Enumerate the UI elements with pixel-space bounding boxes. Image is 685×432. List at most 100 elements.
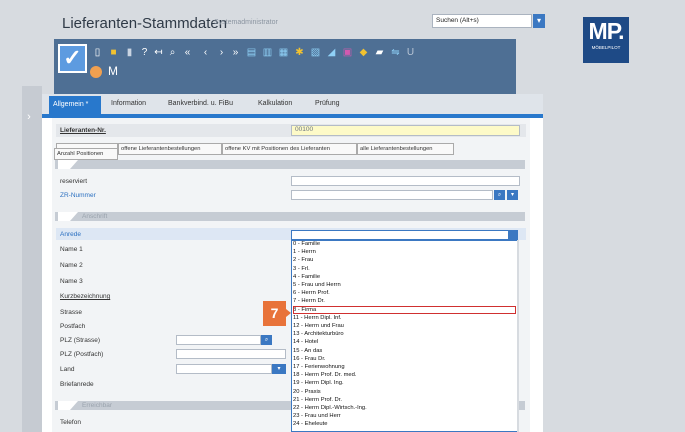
chart-icon[interactable]: ◢ <box>326 47 337 58</box>
supplier-number-value: 00100 <box>295 126 314 133</box>
column-header-offene-bestellungen[interactable]: offene Lieferantenbestellungen <box>118 143 222 155</box>
land-label: Land <box>60 366 75 373</box>
settings-icon[interactable]: ✱ <box>294 47 305 58</box>
name3-label: Name 3 <box>60 278 83 285</box>
calendar-icon[interactable]: ▣ <box>342 47 353 58</box>
tab-bankverbindung[interactable]: Bankverbind. u. FiBu <box>168 100 233 107</box>
column-header-alle-bestellungen[interactable]: alle Lieferantenbestellungen <box>357 143 454 155</box>
zr-nummer-label: ZR-Nummer <box>60 192 96 199</box>
dropdown-scrollbar[interactable] <box>517 240 519 432</box>
step-marker: 7 <box>263 301 286 326</box>
land-dropdown-icon[interactable]: ▾ <box>272 364 286 374</box>
tab-pruefung[interactable]: Prüfung <box>315 100 340 107</box>
anrede-option[interactable]: 5 - Frau und Herrn <box>293 282 341 288</box>
plz-postfach-field[interactable] <box>176 349 286 359</box>
anrede-option[interactable]: 12 - Herrn und Frau <box>293 323 344 329</box>
zr-dropdown-icon[interactable]: ▾ <box>507 190 518 200</box>
anrede-option[interactable]: 21 - Herrn Prof. Dr. <box>293 397 342 403</box>
anrede-option[interactable]: 17 - Ferienwohnung <box>293 364 345 370</box>
telefon-label: Telefon <box>60 419 81 426</box>
page-title: Lieferanten-Stammdaten <box>62 15 228 32</box>
anrede-option[interactable]: 16 - Frau Dr. <box>293 356 326 362</box>
zr-search-icon[interactable]: ⌕ <box>494 190 505 200</box>
postfach-label: Postfach <box>60 323 86 330</box>
help-icon[interactable]: ? <box>139 47 150 58</box>
report-icon[interactable]: ▧ <box>310 47 321 58</box>
anrede-option[interactable]: 14 - Hotel <box>293 339 318 345</box>
anrede-option[interactable]: 11 - Herrn Dipl. Inf. <box>293 315 342 321</box>
anrede-option[interactable]: 20 - Praxis <box>293 389 321 395</box>
anrede-option[interactable]: 13 - Architekturbüro <box>293 331 344 337</box>
supplier-number-label: Lieferanten-Nr. <box>60 127 106 134</box>
section-title-anschrift: Anschrift <box>82 213 108 220</box>
app-window: › Lieferanten-Stammdaten Systemadministr… <box>0 0 685 432</box>
section-separator-1 <box>55 160 525 169</box>
next-record-icon[interactable]: › <box>216 47 227 58</box>
anrede-option[interactable]: 3 - Frl. <box>293 266 310 272</box>
section-title-erreichbar: Erreichbar <box>82 402 112 409</box>
anrede-option[interactable]: 4 - Familie <box>293 274 320 280</box>
strasse-label: Strasse <box>60 309 83 316</box>
anrede-option[interactable]: 18 - Herrn Prof. Dr. med. <box>293 372 356 378</box>
search-icon[interactable]: ⌕ <box>167 47 178 58</box>
step-marker-arrow <box>286 309 291 317</box>
attachment-icon[interactable]: ▰ <box>374 47 385 58</box>
anrede-option[interactable]: 24 - Eheleute <box>293 421 327 427</box>
tab-allgemein[interactable]: Allgemein * <box>49 96 101 114</box>
logo-mark: MP. <box>588 18 625 44</box>
sidebar-expand-icon[interactable]: › <box>22 108 36 126</box>
previous-record-icon[interactable]: ‹ <box>200 47 211 58</box>
column-header-anzahl-positionen[interactable]: Anzahl Positionen <box>54 148 118 160</box>
name1-label: Name 1 <box>60 246 83 253</box>
plz-strasse-label: PLZ (Strasse) <box>60 337 101 344</box>
anrede-option[interactable]: 15 - An das <box>293 348 322 354</box>
palette-icon[interactable] <box>90 66 102 78</box>
back-icon[interactable]: ↤ <box>153 47 164 58</box>
copy-icon[interactable]: ■ <box>108 47 119 58</box>
plz-strasse-field[interactable] <box>176 335 261 345</box>
land-field[interactable] <box>176 364 272 374</box>
delete-icon[interactable]: ▮ <box>124 47 135 58</box>
kurzbezeichnung-label: Kurzbezeichnung <box>60 293 111 300</box>
user-role: Systemadministrator <box>214 19 278 26</box>
reserviert-field[interactable] <box>291 176 520 186</box>
toolbar-m-button[interactable]: M <box>108 64 118 78</box>
table-icon[interactable]: ▤ <box>246 47 257 58</box>
column-header-offene-kv[interactable]: offene KV mit Positionen des Lieferanten <box>222 143 357 155</box>
supplier-number-field[interactable] <box>291 125 520 136</box>
anrede-option[interactable]: 0 - Familie <box>293 241 320 247</box>
first-record-icon[interactable]: « <box>182 47 193 58</box>
print-icon[interactable]: ▥ <box>262 47 273 58</box>
section-separator-anschrift <box>55 212 525 221</box>
left-rail <box>22 86 42 432</box>
last-record-icon[interactable]: » <box>230 47 241 58</box>
anrede-option[interactable]: 7 - Herrn Dr. <box>293 298 325 304</box>
confirm-check-button[interactable]: ✓ <box>58 44 87 73</box>
anrede-label: Anrede <box>60 231 81 238</box>
anrede-option[interactable]: 2 - Frau <box>293 257 313 263</box>
search-dropdown-icon[interactable]: ▾ <box>533 14 545 28</box>
anrede-option[interactable]: 1 - Herrn <box>293 249 316 255</box>
plz-postfach-label: PLZ (Postfach) <box>60 351 104 358</box>
zr-nummer-field[interactable] <box>291 190 493 200</box>
logo-text: MÖBELPILOT <box>591 45 621 50</box>
transfer-icon[interactable]: ⇋ <box>390 47 401 58</box>
folder-icon[interactable]: ◆ <box>358 47 369 58</box>
anrede-option[interactable]: 22 - Herrn Dipl.-Wirtsch.-Ing. <box>293 405 367 411</box>
anrede-option[interactable]: 23 - Frau und Herr <box>293 413 341 419</box>
document-icon[interactable]: ▦ <box>278 47 289 58</box>
user-icon[interactable]: U <box>405 47 416 58</box>
highlighted-option-box <box>293 306 516 314</box>
reserviert-label: reserviert <box>60 178 88 185</box>
plz-strasse-search-icon[interactable]: ⌕ <box>261 335 272 345</box>
anrede-dropdown-icon[interactable] <box>508 231 517 239</box>
anrede-option[interactable]: 19 - Herrn Dipl. Ing. <box>293 380 344 386</box>
search-input[interactable]: Suchen (Alt+s) <box>432 14 532 28</box>
new-document-icon[interactable]: ▯ <box>92 47 103 58</box>
anrede-option[interactable]: 6 - Herrn Prof. <box>293 290 330 296</box>
anrede-select[interactable] <box>291 230 518 240</box>
tab-information[interactable]: Information <box>111 100 146 107</box>
tab-kalkulation[interactable]: Kalkulation <box>258 100 292 107</box>
name2-label: Name 2 <box>60 262 83 269</box>
briefanrede-label: Briefanrede <box>60 381 94 388</box>
